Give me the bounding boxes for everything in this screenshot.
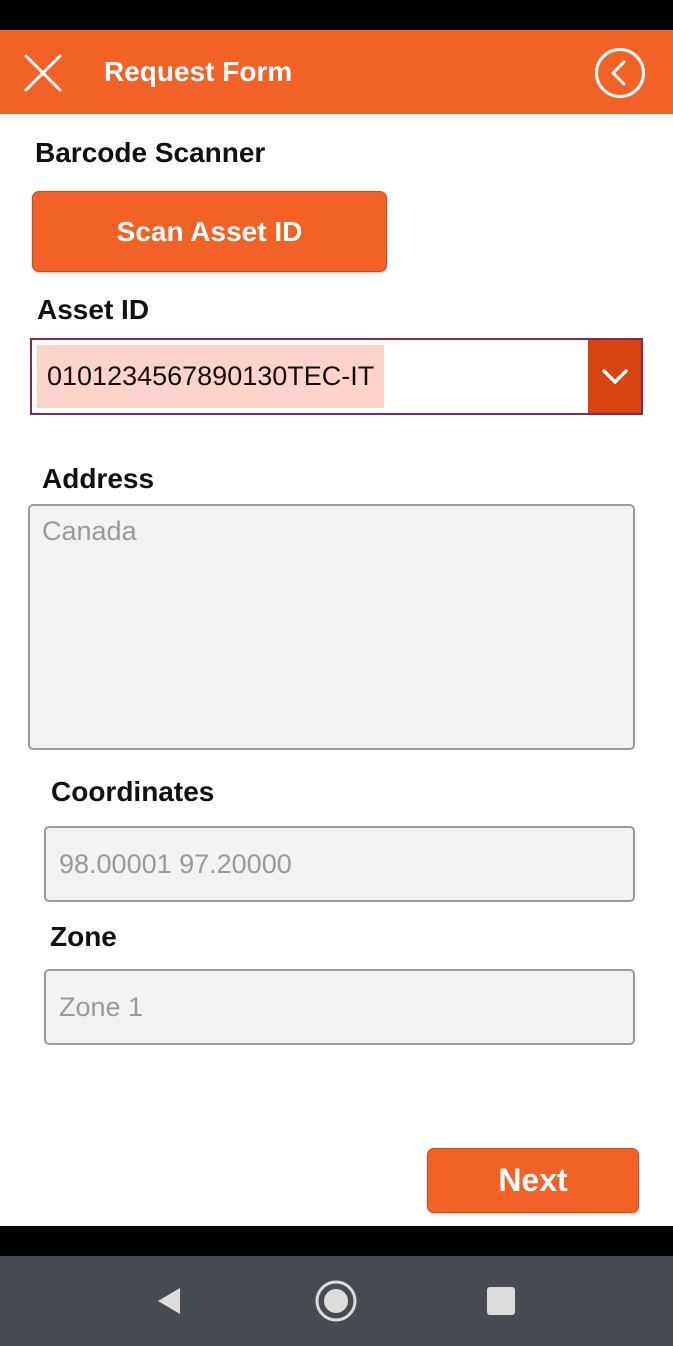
asset-id-select[interactable]: 0101234567890130TEC-IT [30,338,643,415]
asset-id-label: Asset ID [37,294,150,325]
square-recents-icon [487,1287,515,1315]
zone-field[interactable]: Zone 1 [44,969,635,1045]
close-icon [24,54,62,92]
bottom-strip [0,1226,673,1256]
circle-home-icon [315,1280,357,1322]
circle-chevron-left-icon [595,48,645,98]
system-back-button[interactable] [146,1278,192,1324]
scan-asset-id-button[interactable]: Scan Asset ID [32,191,387,272]
back-button[interactable] [594,47,646,99]
barcode-scanner-label: Barcode Scanner [35,137,266,168]
close-button[interactable] [20,50,66,96]
status-bar [0,0,673,30]
system-home-button[interactable] [313,1278,359,1324]
chevron-down-icon [601,368,628,384]
app-header: Request Form [0,30,673,114]
address-label: Address [42,463,155,494]
next-button[interactable]: Next [427,1148,639,1213]
asset-id-dropdown-button[interactable] [588,340,641,413]
triangle-back-icon [158,1288,180,1314]
zone-label: Zone [50,921,117,952]
asset-id-value[interactable]: 0101234567890130TEC-IT [37,345,385,408]
page-title: Request Form [104,56,293,87]
system-recents-button[interactable] [478,1278,524,1324]
system-nav-bar [0,1256,673,1346]
address-field[interactable]: Canada [28,504,635,750]
coordinates-field[interactable]: 98.00001 97.20000 [44,826,635,902]
coordinates-label: Coordinates [51,776,215,807]
